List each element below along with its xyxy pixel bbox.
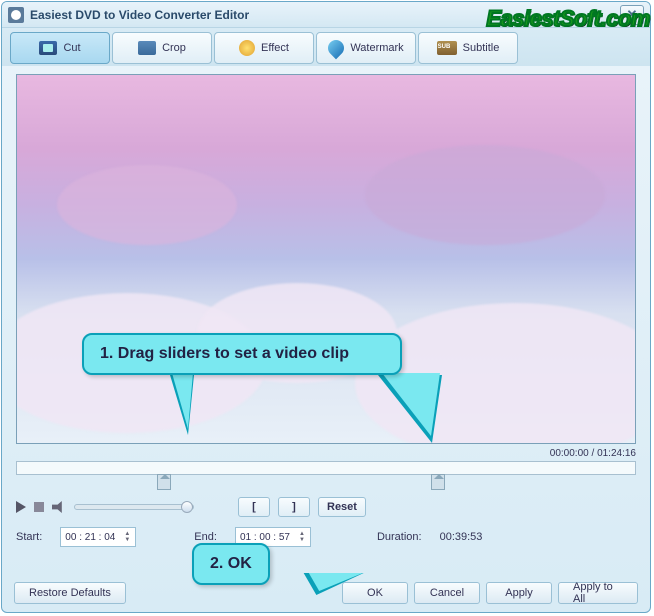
crop-icon xyxy=(138,41,156,55)
apply-button[interactable]: Apply xyxy=(486,582,552,604)
tab-bar: Cut Crop Effect Watermark Subtitle xyxy=(2,28,650,66)
tab-watermark[interactable]: Watermark xyxy=(316,32,416,64)
tab-effect[interactable]: Effect xyxy=(214,32,314,64)
video-preview xyxy=(16,74,636,444)
start-value: 00 : 21 : 04 xyxy=(65,532,115,543)
tab-label: Watermark xyxy=(350,42,403,54)
cut-icon xyxy=(39,41,57,55)
clip-track[interactable] xyxy=(16,461,636,475)
duration-label: Duration: xyxy=(377,531,422,543)
current-time: 00:00:00 xyxy=(550,448,589,459)
volume-icon xyxy=(52,501,66,513)
annotation-2: 2. OK xyxy=(192,543,270,585)
start-slider[interactable] xyxy=(157,474,171,490)
tab-label: Subtitle xyxy=(463,42,500,54)
stop-button[interactable] xyxy=(34,502,44,512)
volume-thumb[interactable] xyxy=(181,501,193,513)
time-display: 00:00:00 / 01:24:16 xyxy=(16,446,636,461)
effect-icon xyxy=(239,40,255,56)
start-label: Start: xyxy=(16,531,42,543)
site-watermark: EasiestSoft.com xyxy=(486,9,650,29)
end-slider[interactable] xyxy=(431,474,445,490)
end-value: 01 : 00 : 57 xyxy=(240,532,290,543)
spin-down-icon[interactable]: ▼ xyxy=(298,537,306,543)
tab-cut[interactable]: Cut xyxy=(10,32,110,64)
watermark-icon xyxy=(325,37,348,60)
start-time-input[interactable]: 00 : 21 : 04 ▲▼ xyxy=(60,527,136,547)
end-label: End: xyxy=(194,531,217,543)
set-end-button[interactable]: ] xyxy=(278,497,310,517)
play-button[interactable] xyxy=(16,501,26,513)
total-time: 01:24:16 xyxy=(597,448,636,459)
annotation-1: 1. Drag sliders to set a video clip xyxy=(82,333,402,375)
editor-window: Easiest DVD to Video Converter Editor ✕ … xyxy=(1,1,651,613)
tab-subtitle[interactable]: Subtitle xyxy=(418,32,518,64)
preview-content xyxy=(17,75,635,443)
duration-value: 00:39:53 xyxy=(440,531,483,543)
app-icon xyxy=(8,7,24,23)
reset-button[interactable]: Reset xyxy=(318,497,366,517)
apply-to-all-button[interactable]: Apply to All xyxy=(558,582,638,604)
tab-crop[interactable]: Crop xyxy=(112,32,212,64)
restore-defaults-button[interactable]: Restore Defaults xyxy=(14,582,126,604)
time-range-row: Start: 00 : 21 : 04 ▲▼ End: 01 : 00 : 57… xyxy=(16,527,636,547)
cancel-button[interactable]: Cancel xyxy=(414,582,480,604)
spin-down-icon[interactable]: ▼ xyxy=(123,537,131,543)
tab-label: Effect xyxy=(261,42,289,54)
tab-label: Cut xyxy=(63,42,80,54)
volume-slider[interactable] xyxy=(74,504,194,510)
playback-controls: [ ] Reset xyxy=(16,497,636,517)
tab-label: Crop xyxy=(162,42,186,54)
subtitle-icon xyxy=(437,41,457,55)
set-start-button[interactable]: [ xyxy=(238,497,270,517)
